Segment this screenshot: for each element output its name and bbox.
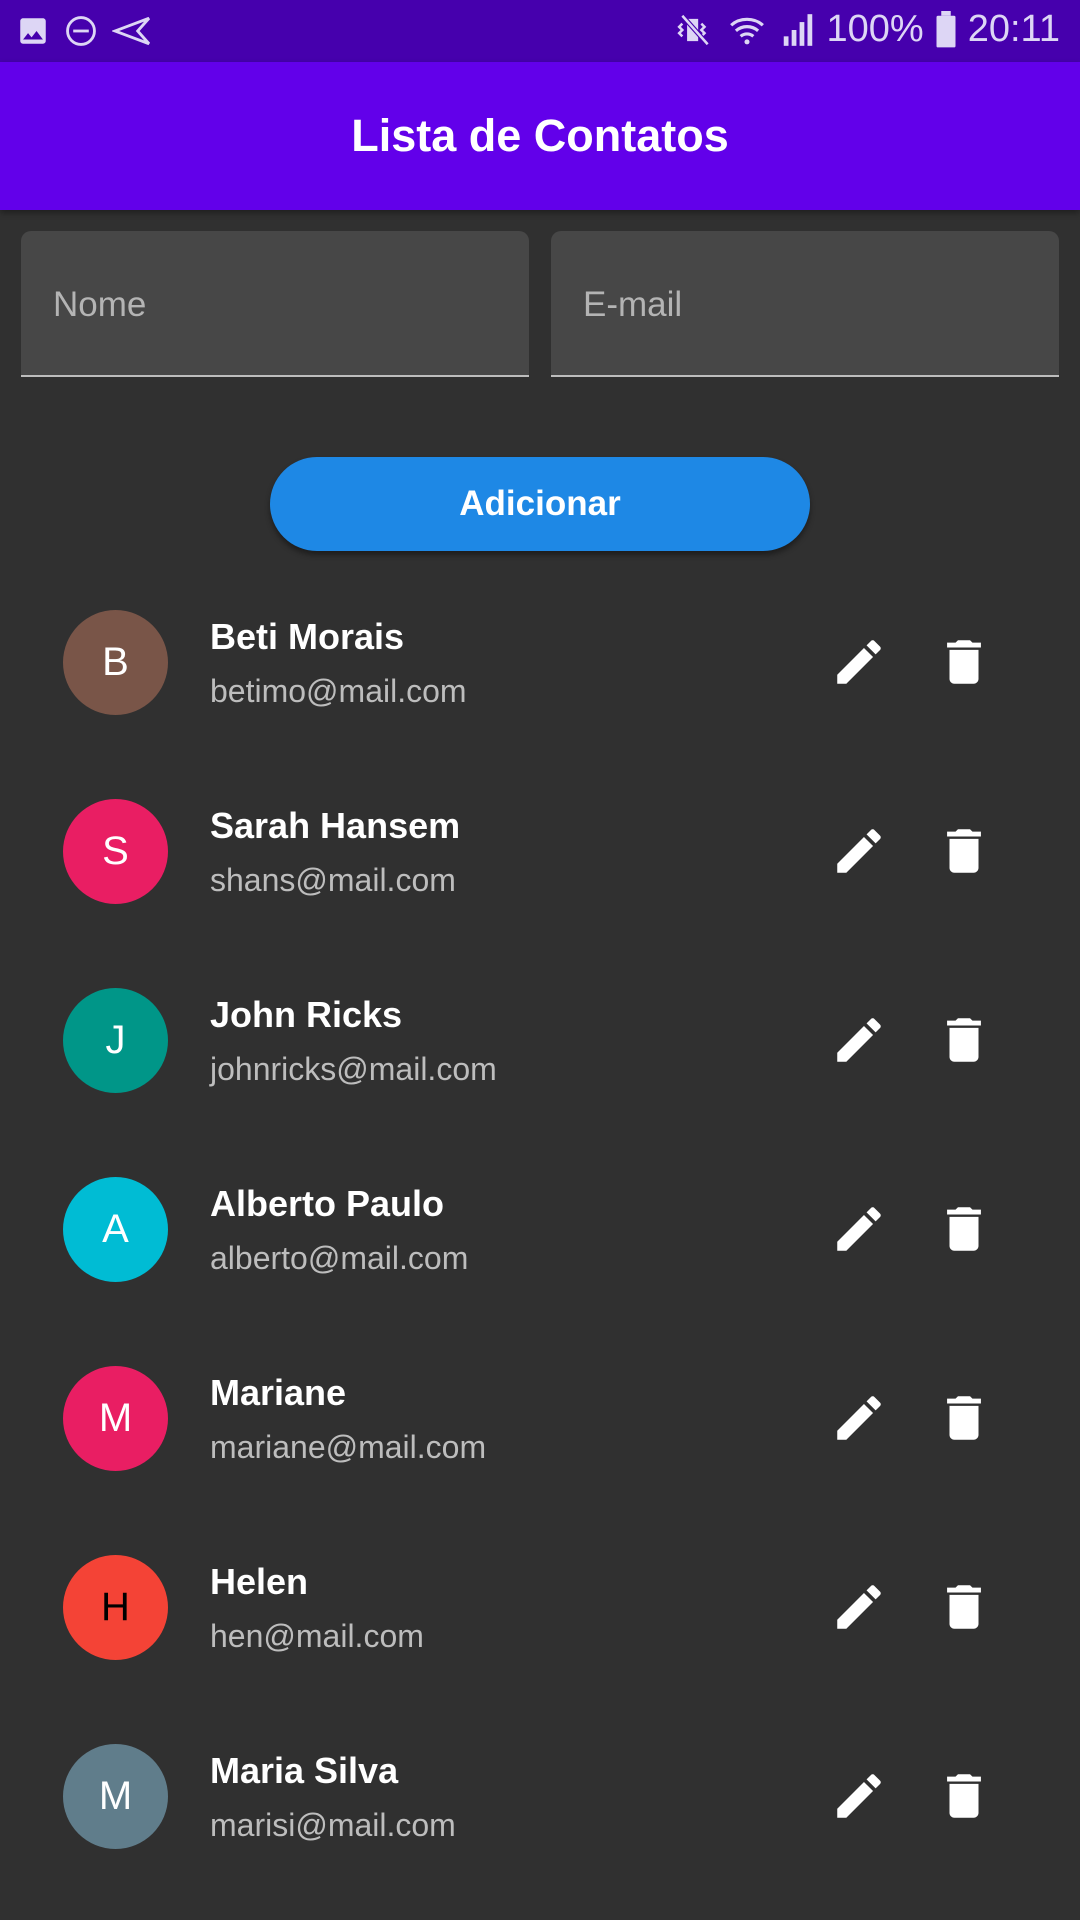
trash-icon xyxy=(947,1207,981,1251)
list-item[interactable]: M Mariane mariane@mail.com xyxy=(0,1322,1080,1511)
trash-icon xyxy=(947,640,981,684)
edit-button[interactable] xyxy=(823,1382,895,1454)
edit-button[interactable] xyxy=(823,1571,895,1643)
trash-icon xyxy=(947,829,981,873)
avatar: S xyxy=(63,799,168,904)
image-icon xyxy=(20,18,46,44)
signal-icon xyxy=(783,13,812,46)
pencil-icon xyxy=(837,1585,881,1629)
name-field[interactable] xyxy=(21,231,529,377)
pencil-icon xyxy=(837,1774,881,1818)
list-item[interactable]: H Helen hen@mail.com xyxy=(0,1511,1080,1700)
contact-name: Sarah Hansem xyxy=(210,805,461,846)
contact-email: mariane@mail.com xyxy=(210,1429,487,1465)
list-item[interactable]: B Beti Morais betimo@mail.com xyxy=(0,566,1080,755)
page-title: Lista de Contatos xyxy=(351,110,729,161)
contact-name: Alberto Paulo xyxy=(210,1183,445,1224)
status-bar: 100% 20:11 xyxy=(0,0,1080,62)
wifi-icon xyxy=(729,17,764,44)
contact-email: johnricks@mail.com xyxy=(210,1051,497,1087)
list-item[interactable]: M Maria Silva marisi@mail.com xyxy=(0,1700,1080,1889)
delete-button[interactable] xyxy=(928,1760,1000,1832)
contact-email: hen@mail.com xyxy=(210,1618,424,1654)
vibrate-icon xyxy=(676,13,709,46)
edit-button[interactable] xyxy=(823,1760,895,1832)
contact-name: Beti Morais xyxy=(210,616,405,657)
email-input[interactable] xyxy=(551,231,1059,375)
delete-button[interactable] xyxy=(928,626,1000,698)
edit-button[interactable] xyxy=(823,1193,895,1265)
pencil-icon xyxy=(837,1018,881,1062)
trash-icon xyxy=(947,1396,981,1440)
avatar: H xyxy=(63,1555,168,1660)
clock: 20:11 xyxy=(967,8,1060,50)
status-bar-left xyxy=(16,14,152,48)
edit-button[interactable] xyxy=(823,815,895,887)
contact-name: Helen xyxy=(210,1561,309,1602)
avatar: B xyxy=(63,610,168,715)
contact-name: John Ricks xyxy=(210,994,403,1035)
send-icon xyxy=(112,16,151,46)
contact-email: alberto@mail.com xyxy=(210,1240,469,1276)
contact-email: marisi@mail.com xyxy=(210,1807,456,1843)
add-button[interactable]: Adicionar xyxy=(270,457,810,551)
delete-button[interactable] xyxy=(928,815,1000,887)
list-item[interactable]: S Sarah Hansem shans@mail.com xyxy=(0,755,1080,944)
battery-icon xyxy=(936,10,956,47)
delete-button[interactable] xyxy=(928,1004,1000,1076)
contact-list: B Beti Morais betimo@mail.com S Sarah Ha… xyxy=(0,566,1080,1889)
list-item[interactable]: J John Ricks johnricks@mail.com xyxy=(0,944,1080,1133)
status-bar-right: 100% 20:11 xyxy=(675,8,1060,51)
edit-button[interactable] xyxy=(823,1004,895,1076)
email-field[interactable] xyxy=(551,231,1059,377)
contact-name: Maria Silva xyxy=(210,1750,399,1791)
delete-button[interactable] xyxy=(928,1571,1000,1643)
delete-button[interactable] xyxy=(928,1193,1000,1265)
contact-email: betimo@mail.com xyxy=(210,673,467,709)
pencil-icon xyxy=(837,640,881,684)
trash-icon xyxy=(947,1585,981,1629)
do-not-disturb-icon xyxy=(66,16,96,46)
trash-icon xyxy=(947,1018,981,1062)
pencil-icon xyxy=(837,1396,881,1440)
delete-button[interactable] xyxy=(928,1382,1000,1454)
avatar: J xyxy=(63,988,168,1093)
avatar: M xyxy=(63,1366,168,1471)
contact-email: shans@mail.com xyxy=(210,862,456,898)
list-item[interactable]: A Alberto Paulo alberto@mail.com xyxy=(0,1133,1080,1322)
contact-name: Mariane xyxy=(210,1372,347,1413)
name-input[interactable] xyxy=(21,231,529,375)
pencil-icon xyxy=(837,1207,881,1251)
edit-button[interactable] xyxy=(823,626,895,698)
trash-icon xyxy=(947,1774,981,1818)
app-bar: Lista de Contatos xyxy=(0,62,1080,210)
avatar: M xyxy=(63,1744,168,1849)
pencil-icon xyxy=(837,829,881,873)
avatar: A xyxy=(63,1177,168,1282)
battery-percent: 100% xyxy=(826,8,924,50)
